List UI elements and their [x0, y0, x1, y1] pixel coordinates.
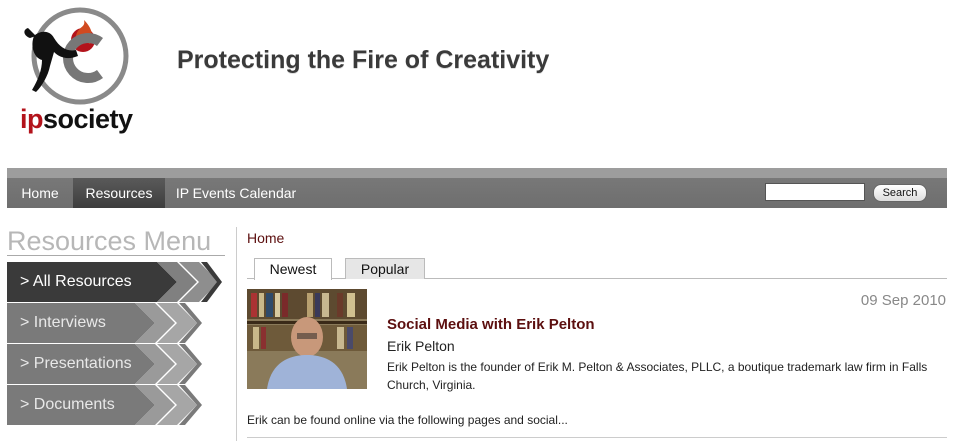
- post-title-link[interactable]: Social Media with Erik Pelton: [387, 316, 595, 333]
- site-tagline: Protecting the Fire of Creativity: [177, 46, 550, 74]
- search-input[interactable]: [765, 183, 865, 201]
- menu-item-label: > Interviews: [20, 314, 106, 331]
- column-divider: [236, 227, 237, 441]
- tab-newest[interactable]: Newest: [254, 258, 332, 280]
- post-excerpt: Erik can be found online via the followi…: [247, 413, 568, 427]
- copyright-flame-icon: [24, 7, 129, 105]
- logo-text-ip: ip: [20, 104, 44, 134]
- nav-ip-events-calendar[interactable]: IP Events Calendar: [165, 178, 307, 208]
- menu-item-interviews[interactable]: > Interviews: [7, 303, 222, 343]
- logo-wordmark: ipsociety: [20, 104, 133, 135]
- search-button[interactable]: Search: [873, 184, 927, 202]
- nav-home[interactable]: Home: [7, 178, 73, 208]
- main-nav: Home Resources IP Events Calendar Search: [7, 168, 947, 208]
- menu-item-label: > Documents: [20, 396, 115, 413]
- menu-item-label: > Presentations: [20, 355, 132, 372]
- post-divider: [247, 437, 947, 438]
- resources-menu-title: Resources Menu: [7, 226, 212, 256]
- post-thumbnail[interactable]: [247, 289, 367, 389]
- nav-resources[interactable]: Resources: [73, 178, 165, 208]
- menu-item-presentations[interactable]: > Presentations: [7, 344, 222, 384]
- tab-popular[interactable]: Popular: [345, 258, 425, 279]
- menu-title-divider: [7, 255, 225, 256]
- breadcrumb-home[interactable]: Home: [247, 230, 284, 246]
- menu-item-documents[interactable]: > Documents: [7, 385, 222, 425]
- logo-text-society: society: [43, 104, 133, 134]
- post-description: Erik Pelton is the founder of Erik M. Pe…: [387, 360, 928, 392]
- video-thumbnail-image: [247, 289, 367, 389]
- menu-item-all-resources[interactable]: > All Resources: [7, 262, 222, 302]
- menu-item-label: > All Resources: [20, 273, 132, 290]
- post-author: Erik Pelton: [387, 338, 455, 354]
- post-date: 09 Sep 2010: [860, 292, 946, 309]
